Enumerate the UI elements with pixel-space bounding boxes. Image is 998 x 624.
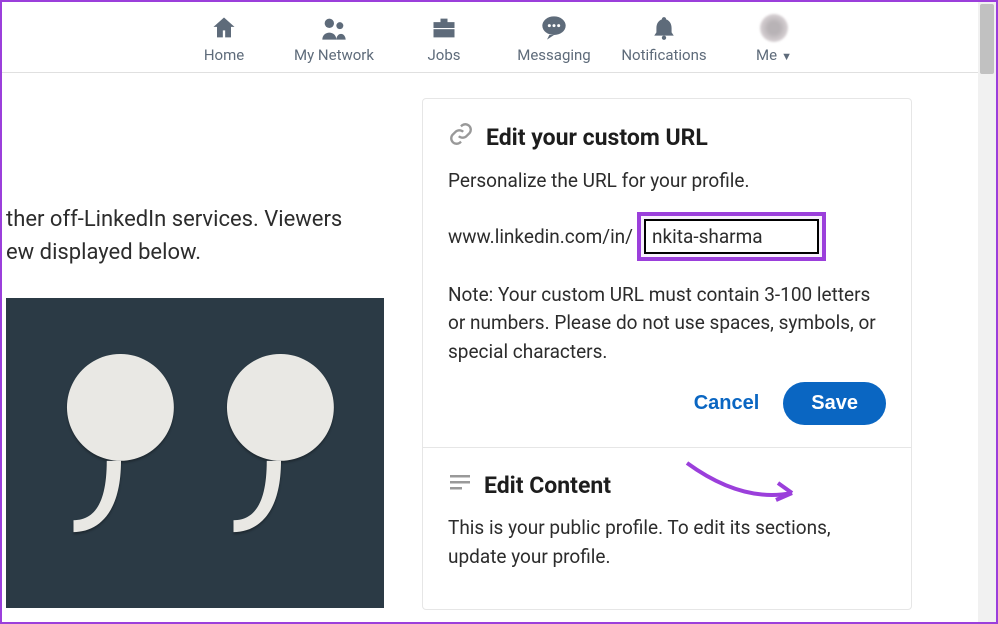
quote-mark-icon — [216, 348, 346, 538]
avatar-icon — [760, 12, 788, 44]
save-button[interactable]: Save — [783, 382, 886, 425]
url-prefix: www.linkedin.com/in/ — [448, 225, 633, 248]
nav-messaging-label: Messaging — [517, 46, 590, 64]
people-icon — [319, 12, 349, 44]
edit-content-title: Edit Content — [484, 472, 611, 499]
nav-network[interactable]: My Network — [289, 12, 379, 64]
left-description: ther off-LinkedIn services. Viewers ew d… — [6, 203, 342, 269]
content-area: ther off-LinkedIn services. Viewers ew d… — [2, 73, 996, 613]
nav-messaging[interactable]: Messaging — [509, 12, 599, 64]
edit-content-card: Edit Content This is your public profile… — [423, 448, 911, 609]
custom-url-title: Edit your custom URL — [486, 124, 708, 151]
nav-jobs-label: Jobs — [428, 46, 461, 64]
custom-url-subtitle: Personalize the URL for your profile. — [448, 167, 886, 196]
profile-background-image — [6, 298, 384, 608]
scrollbar-thumb[interactable] — [980, 4, 994, 74]
chat-icon — [539, 12, 569, 44]
scrollbar[interactable] — [978, 2, 996, 622]
nav-jobs[interactable]: Jobs — [399, 12, 489, 64]
nav-notifications-label: Notifications — [621, 46, 706, 64]
chevron-down-icon: ▼ — [781, 50, 792, 63]
bell-icon — [651, 12, 677, 44]
nav-notifications[interactable]: Notifications — [619, 12, 709, 64]
quote-mark-icon — [56, 348, 186, 538]
link-icon — [448, 121, 474, 153]
custom-url-card: Edit your custom URL Personalize the URL… — [423, 99, 911, 448]
left-line1: ther off-LinkedIn services. Viewers — [6, 203, 342, 236]
nav-network-label: My Network — [294, 46, 374, 64]
url-row: www.linkedin.com/in/ — [448, 212, 886, 261]
custom-url-input[interactable] — [644, 219, 819, 254]
highlight-annotation — [637, 212, 826, 261]
nav-me[interactable]: Me▼ — [729, 12, 819, 64]
nav-home-label: Home — [204, 46, 244, 64]
lines-icon — [448, 470, 472, 500]
right-sidebar: Edit your custom URL Personalize the URL… — [422, 98, 912, 610]
nav-home[interactable]: Home — [179, 12, 269, 64]
custom-url-note: Note: Your custom URL must contain 3-100… — [448, 281, 886, 367]
left-line2: ew displayed below. — [6, 236, 342, 269]
nav-me-label: Me▼ — [756, 46, 792, 64]
top-nav: Home My Network Jobs Messaging Notificat… — [2, 2, 996, 73]
cancel-button[interactable]: Cancel — [694, 392, 760, 415]
edit-content-body: This is your public profile. To edit its… — [448, 514, 886, 571]
home-icon — [210, 12, 238, 44]
actions-row: Cancel Save — [448, 382, 886, 425]
briefcase-icon — [430, 12, 458, 44]
